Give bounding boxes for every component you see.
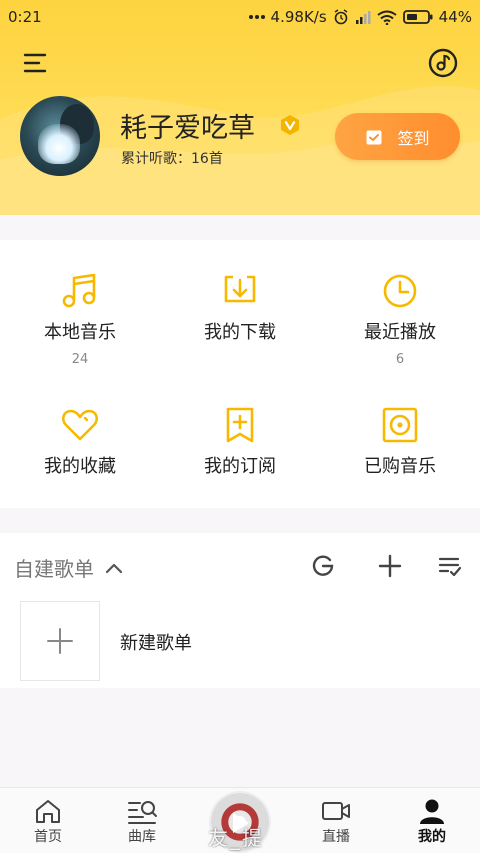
tab-label: 曲库: [128, 829, 156, 845]
status-bar: 0:21 4.98K/s 44%: [0, 0, 480, 34]
feature-local-music[interactable]: 本地音乐 24: [0, 272, 160, 367]
feature-count: 6: [395, 352, 405, 367]
listen-count-value: 16首: [191, 151, 223, 167]
alarm-icon: [334, 9, 348, 25]
feature-label: 本地音乐: [44, 322, 116, 343]
playlist-section: 自建歌单 新建歌单: [0, 533, 480, 688]
battery-icon: [402, 10, 433, 24]
checkin-label: 签到: [397, 128, 430, 148]
library-search-icon: [128, 801, 157, 824]
feature-label: 我的下载: [204, 322, 276, 343]
network-speed: 4.98K/s: [270, 8, 327, 26]
import-icon[interactable]: [310, 553, 336, 579]
checkin-icon: [366, 130, 382, 144]
wifi-icon: [377, 10, 397, 25]
feature-recent-plays[interactable]: 最近播放 6: [320, 272, 480, 367]
checkin-button[interactable]: 签到: [335, 113, 460, 160]
signal-icon: [355, 11, 371, 24]
menu-icon: [23, 53, 47, 73]
listen-count: 累计听歌： 16首: [121, 148, 223, 168]
feature-count: 24: [71, 352, 89, 367]
battery-level: 44%: [438, 8, 472, 26]
feature-label: 已购音乐: [364, 456, 436, 477]
feature-label: 最近播放: [364, 322, 436, 343]
tab-home[interactable]: 首页: [0, 788, 96, 853]
heart-icon: [61, 409, 99, 441]
chevron-up-icon: [105, 563, 123, 573]
new-playlist-label[interactable]: 新建歌单: [120, 629, 192, 655]
tab-library[interactable]: 曲库: [94, 788, 190, 853]
tab-label: 我的: [418, 829, 446, 845]
feature-my-downloads[interactable]: 我的下载: [160, 272, 320, 344]
download-icon: [224, 275, 256, 303]
avatar-hand: [38, 124, 80, 164]
video-camera-icon: [322, 802, 350, 820]
feature-my-favorites[interactable]: 我的收藏: [0, 406, 160, 478]
music-note-icon: [62, 273, 96, 308]
music-disc-icon: [428, 48, 458, 78]
feature-grid: 本地音乐 24 我的下载 最近播放 6 我的收藏 我的订阅 已购音乐: [0, 240, 480, 508]
feature-my-subscriptions[interactable]: 我的订阅: [160, 406, 320, 478]
toast-overlay-text: 友_提: [208, 826, 264, 850]
dots-icon: [248, 15, 265, 19]
vip-badge-icon[interactable]: [279, 114, 301, 136]
tab-mine[interactable]: 我的: [384, 788, 480, 853]
playlist-section-title: 自建歌单: [14, 557, 94, 581]
tab-live[interactable]: 直播: [288, 788, 384, 853]
menu-button[interactable]: [20, 48, 50, 78]
purchased-disc-icon: [382, 407, 418, 443]
tab-label: 直播: [322, 829, 350, 845]
username[interactable]: 耗子爱吃草: [120, 106, 255, 145]
bookmark-add-icon: [226, 407, 254, 443]
home-icon: [36, 800, 60, 823]
clock-icon: [383, 274, 417, 308]
new-playlist-button[interactable]: [20, 601, 100, 681]
user-icon: [420, 799, 444, 824]
plus-icon: [47, 628, 73, 654]
status-time: 0:21: [8, 8, 42, 26]
tab-label: 首页: [34, 829, 62, 845]
now-playing-button[interactable]: [426, 46, 460, 80]
feature-label: 我的订阅: [204, 456, 276, 477]
playlist-section-header[interactable]: 自建歌单: [14, 553, 124, 582]
add-icon[interactable]: [377, 553, 403, 579]
feature-purchased-music[interactable]: 已购音乐: [320, 406, 480, 478]
manage-list-icon[interactable]: [437, 553, 463, 579]
status-indicators: 4.98K/s 44%: [248, 8, 472, 26]
listen-count-label: 累计听歌：: [121, 151, 191, 167]
avatar[interactable]: [20, 96, 100, 176]
feature-label: 我的收藏: [44, 456, 116, 477]
